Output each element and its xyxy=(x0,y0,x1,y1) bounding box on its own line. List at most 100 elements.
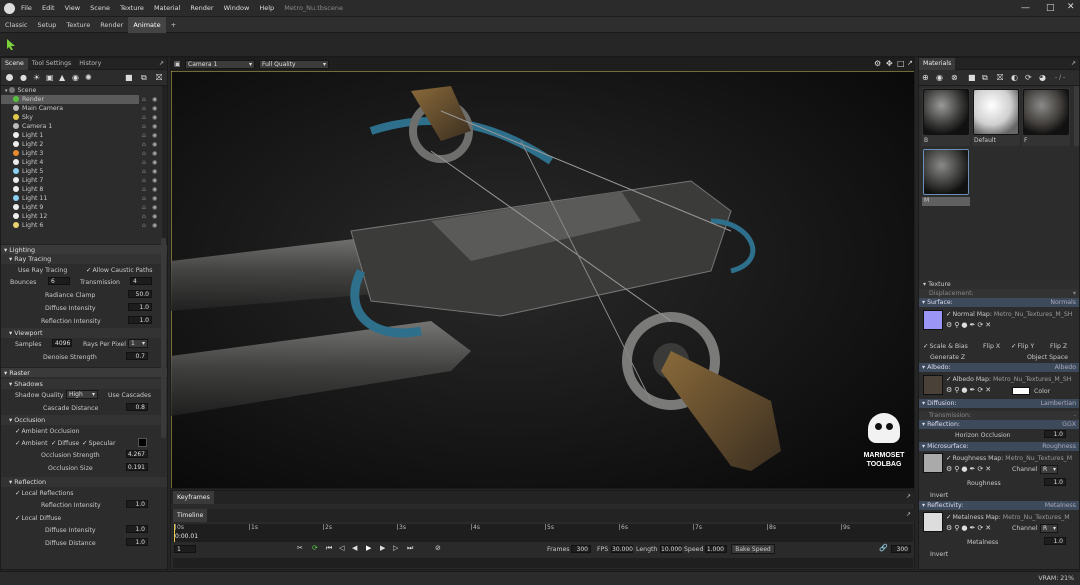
copy-material-icon[interactable]: ⧉ xyxy=(982,73,988,83)
tab-tool-settings[interactable]: Tool Settings xyxy=(28,58,75,70)
loop-icon[interactable]: ⟳ xyxy=(312,544,318,552)
merge-material-icon[interactable]: ⊗ xyxy=(951,73,958,82)
ao-specular-checkbox[interactable]: ✓Specular xyxy=(82,439,116,448)
lock-icon[interactable]: ⌂ xyxy=(142,221,146,230)
tab-animate[interactable]: Animate xyxy=(128,17,166,33)
duplicate-icon[interactable]: ⧉ xyxy=(141,73,147,83)
lighting-section-header[interactable]: ▾ Lighting xyxy=(1,244,167,254)
material-item-b[interactable]: B xyxy=(922,88,970,146)
link-icon[interactable]: 🔗 xyxy=(879,544,888,552)
viewport-header[interactable]: ▾ Viewport xyxy=(1,328,167,338)
length-input[interactable]: 10.000 xyxy=(660,545,682,553)
close-button[interactable]: ✕ xyxy=(1067,2,1075,12)
prev-key-icon[interactable]: ◁ xyxy=(339,544,344,552)
speed-input[interactable]: 1.000 xyxy=(705,545,727,553)
fullscreen-icon[interactable]: □ xyxy=(897,59,905,68)
visibility-icon[interactable]: ◉ xyxy=(152,95,157,104)
delete-material-icon[interactable]: ⛝ xyxy=(997,73,1003,83)
roughness-map-thumb[interactable] xyxy=(923,453,943,473)
metalness-input[interactable]: 1.0 xyxy=(1044,537,1066,545)
menu-texture[interactable]: Texture xyxy=(120,4,144,12)
record-icon[interactable]: ⊘ xyxy=(435,544,441,552)
radiance-clamp-input[interactable]: 50.0 xyxy=(128,290,152,298)
diffuse-intensity-input[interactable]: 1.0 xyxy=(128,303,152,311)
trim-icon[interactable]: ✂ xyxy=(297,544,303,552)
tab-scene[interactable]: Scene xyxy=(1,58,28,70)
visibility-icon[interactable]: ◉ xyxy=(152,158,157,167)
menu-render[interactable]: Render xyxy=(190,4,213,12)
ao-color-swatch[interactable] xyxy=(138,438,147,447)
add-camera-icon[interactable]: ▣ xyxy=(46,73,54,82)
tree-item[interactable]: Main Camera ⌂ ◉ xyxy=(1,104,167,113)
minimize-button[interactable]: — xyxy=(1021,3,1030,13)
lock-icon[interactable]: ⌂ xyxy=(142,185,146,194)
add-tab-button[interactable]: + xyxy=(166,17,181,33)
lock-icon[interactable]: ⌂ xyxy=(142,176,146,185)
lock-icon[interactable]: ⌂ xyxy=(142,167,146,176)
tab-history[interactable]: History xyxy=(75,58,105,70)
albedo-header[interactable]: ▾ Albedo: Albedo xyxy=(919,363,1079,372)
metalness-tools-icons[interactable]: ⚙⚲●✒⟳✕ xyxy=(946,524,993,532)
albedo-map-file[interactable]: Metro_Nu_Textures_M_SH xyxy=(993,376,1071,383)
channel-select[interactable]: R ▾ xyxy=(1040,465,1058,474)
displacement-header[interactable]: Displacement: ▾ xyxy=(919,289,1079,298)
export-material-icon[interactable]: ◐ xyxy=(1011,73,1018,82)
local-diffuse-checkbox[interactable]: ✓Local Diffuse xyxy=(15,514,61,523)
tab-materials[interactable]: Materials xyxy=(919,58,956,70)
lock-icon[interactable]: ⌂ xyxy=(142,212,146,221)
visibility-icon[interactable]: ◉ xyxy=(152,122,157,131)
surface-header[interactable]: ▾ Surface: Normals xyxy=(919,298,1079,307)
add-object-icon[interactable] xyxy=(6,74,13,81)
maximize-button[interactable]: □ xyxy=(1046,3,1055,13)
fps-input[interactable]: 30.000 xyxy=(611,545,633,553)
viewport-panel[interactable]: ▣ Camera 1 ▾ Full Quality ▾ ⚙ ✥ □ ↗ MARM… xyxy=(170,57,915,489)
transmission-header[interactable]: Transmission: - xyxy=(919,411,1079,420)
shadows-header[interactable]: ▾ Shadows xyxy=(1,379,167,389)
add-material-icon[interactable]: ⊕ xyxy=(922,73,929,82)
tree-scrollbar[interactable] xyxy=(162,86,167,244)
shadow-quality-select[interactable]: High ▾ xyxy=(66,390,98,399)
tab-render[interactable]: Render xyxy=(95,17,128,33)
picker-material-icon[interactable]: ◕ xyxy=(1039,73,1046,82)
tab-setup[interactable]: Setup xyxy=(32,17,61,33)
ambient-occlusion-checkbox[interactable]: ✓Ambient Occlusion xyxy=(15,427,79,436)
allow-caustic-checkbox[interactable]: ✓Allow Caustic Paths xyxy=(86,266,153,275)
lock-icon[interactable]: ⌂ xyxy=(142,140,146,149)
scale-bias-checkbox[interactable]: ✓Scale & Bias xyxy=(923,342,968,351)
add-shape-icon[interactable]: ▲ xyxy=(59,73,65,82)
menu-material[interactable]: Material xyxy=(154,4,180,12)
normal-map-thumb[interactable] xyxy=(923,310,943,330)
samples-input[interactable]: 4096 xyxy=(52,339,72,347)
local-reflections-checkbox[interactable]: ✓Local Reflections xyxy=(15,489,73,498)
duplicate-material-icon[interactable]: ◉ xyxy=(936,73,943,82)
next-key-icon[interactable]: ▷ xyxy=(393,544,398,552)
texture-tools-icons[interactable]: ⚙⚲●✒⟳✕ xyxy=(946,321,993,329)
menu-scene[interactable]: Scene xyxy=(90,4,110,12)
occlusion-strength-input[interactable]: 4.267 xyxy=(126,450,148,458)
albedo-map-thumb[interactable] xyxy=(923,375,943,395)
visibility-icon[interactable]: ◉ xyxy=(152,212,157,221)
prev-frame-icon[interactable]: ◀ xyxy=(352,544,357,552)
tree-item[interactable]: Light 1 ⌂ ◉ xyxy=(1,131,167,140)
visibility-icon[interactable]: ◉ xyxy=(152,149,157,158)
object-space-checkbox[interactable]: Object Space xyxy=(1027,353,1068,362)
tree-item[interactable]: Render ⌂ ◉ xyxy=(1,95,157,104)
metalness-map-file[interactable]: Metro_Nu_Textures_M xyxy=(1003,514,1070,521)
lock-icon[interactable]: ⌂ xyxy=(142,104,146,113)
invert-roughness-checkbox[interactable]: Invert xyxy=(930,491,948,500)
split-view-icon[interactable]: ✥ xyxy=(886,59,893,68)
tree-item[interactable]: Light 5 ⌂ ◉ xyxy=(1,167,167,176)
tree-item[interactable]: Light 7 ⌂ ◉ xyxy=(1,176,167,185)
folder-icon[interactable]: ■ xyxy=(125,73,133,82)
material-filter[interactable]: - / - xyxy=(1055,74,1065,81)
bounces-input[interactable]: 6 xyxy=(48,277,70,285)
first-frame-icon[interactable]: ⏮ xyxy=(326,544,332,553)
visibility-icon[interactable]: ◉ xyxy=(152,221,157,230)
play-icon[interactable]: ▶ xyxy=(366,544,371,552)
flip-x-checkbox[interactable]: Flip X xyxy=(983,342,1000,351)
channel-select-2[interactable]: R ▾ xyxy=(1040,524,1058,533)
tree-item[interactable]: Light 11 ⌂ ◉ xyxy=(1,194,167,203)
tree-item[interactable]: Light 6 ⌂ ◉ xyxy=(1,221,167,230)
lock-icon[interactable]: ⌂ xyxy=(142,149,146,158)
popout-icon[interactable]: ↗ xyxy=(159,60,164,67)
